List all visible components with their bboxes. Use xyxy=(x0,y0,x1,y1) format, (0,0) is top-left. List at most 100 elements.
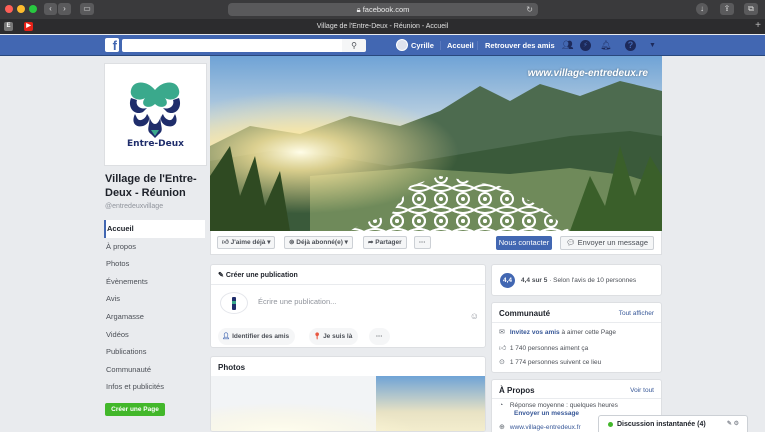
divider xyxy=(477,41,478,50)
logo-text: Entre-Deux xyxy=(127,139,184,149)
reload-icon[interactable]: ↻ xyxy=(526,3,533,16)
follow-icon: ⊙ xyxy=(499,359,505,366)
more-actions-button[interactable]: ··· xyxy=(414,236,431,249)
community-card: Communauté Tout afficher ✉︎ Invitez vos … xyxy=(491,302,662,373)
divider xyxy=(440,41,441,50)
page-profile-picture[interactable]: Entre-Deux xyxy=(104,63,207,166)
nav-item-a-propos[interactable]: À propos xyxy=(104,238,205,256)
search-input[interactable] xyxy=(122,39,342,52)
community-see-all-link[interactable]: Tout afficher xyxy=(619,310,654,317)
profile-link[interactable]: Cyrille xyxy=(411,35,434,56)
messenger-bubble-icon: 💬︎ xyxy=(565,238,578,247)
nav-item-argamasse[interactable]: Argamasse xyxy=(104,308,205,326)
address-bar[interactable]: 🔒︎ facebook.com ↻ xyxy=(228,3,538,16)
help-icon[interactable]: ? xyxy=(625,40,636,51)
url-text: facebook.com xyxy=(362,5,410,14)
checkin-button[interactable]: 📍︎ Je suis là xyxy=(309,328,359,345)
forward-button[interactable]: › xyxy=(58,3,71,15)
nav-item-photos[interactable]: Photos xyxy=(104,255,205,273)
invite-friends-row: ✉︎ Invitez vos amis à aimer cette Page xyxy=(499,329,617,336)
landscape-image xyxy=(210,56,662,231)
location-pin-icon: 📍︎ xyxy=(313,333,324,340)
website-link[interactable]: www.village-entredeux.fr xyxy=(510,424,581,431)
chat-options-icon[interactable]: ✎ ⚙ xyxy=(727,416,739,432)
send-message-button[interactable]: 💬︎ Envoyer un message xyxy=(560,236,654,250)
nav-item-infos-publicites[interactable]: Infos et publicités xyxy=(104,378,205,396)
sidebar-toggle-icon[interactable]: ▭ xyxy=(80,3,94,15)
invite-icon: ✉︎ xyxy=(499,329,505,336)
notifications-icon[interactable]: 🔔︎ xyxy=(600,40,611,51)
about-title[interactable]: À Propos xyxy=(499,386,535,395)
rating-summary[interactable]: 4,4 sur 5 · Selon l'avis de 10 personnes xyxy=(521,277,636,284)
divider xyxy=(492,398,661,399)
like-button[interactable]: 👍︎ J'aime déjà ▾ xyxy=(217,236,276,249)
create-page-button[interactable]: Créer une Page xyxy=(105,403,165,416)
cover-url-text: www.village-entredeux.re xyxy=(527,68,648,79)
minimize-window-button[interactable] xyxy=(17,5,25,13)
zoom-window-button[interactable] xyxy=(29,5,37,13)
community-title[interactable]: Communauté xyxy=(499,309,550,318)
page-title[interactable]: Village de l'Entre-Deux - Réunion xyxy=(105,172,205,200)
messenger-icon[interactable]: ⚡︎ xyxy=(580,40,591,51)
nav-item-videos[interactable]: Vidéos xyxy=(104,326,205,344)
likes-row: 👍︎ 1 740 personnes aiment ça xyxy=(499,345,589,352)
photos-card: Photos xyxy=(210,356,486,432)
photo-thumbnail[interactable] xyxy=(211,376,485,431)
nav-item-communaute[interactable]: Communauté xyxy=(104,361,205,379)
thumbs-up-icon: 👍︎ xyxy=(222,239,231,246)
about-see-all-link[interactable]: Voir tout xyxy=(630,387,654,394)
home-link[interactable]: Accueil xyxy=(447,35,474,56)
globe-icon: ⊕ xyxy=(499,424,505,431)
entre-deux-logo-icon xyxy=(129,82,181,138)
tag-friends-button[interactable]: 👤︎ Identifier des amis xyxy=(218,328,296,345)
post-composer: ✎ Créer une publication Écrire une publi… xyxy=(210,264,486,348)
share-button[interactable]: ➦ Partager xyxy=(363,236,407,249)
chat-sidebar-tab[interactable]: Discussion instantanée (4) ✎ ⚙ xyxy=(598,415,748,432)
emoji-icon[interactable]: ☺ xyxy=(470,311,479,321)
facebook-logo-icon[interactable]: f xyxy=(105,38,119,53)
chat-bubble-icon: ◔ xyxy=(499,402,504,409)
tab-title[interactable]: Village de l'Entre-Deux - Réunion - Accu… xyxy=(0,19,765,34)
follow-button[interactable]: ⊚ Déjà abonné(e) ▾ xyxy=(284,236,353,249)
browser-toolbar: ‹ › ▭ 🔒︎ facebook.com ↻ ↓ ⇪ ⧉ xyxy=(0,0,765,19)
composer-input[interactable]: Écrire une publication... xyxy=(258,297,336,306)
send-message-link[interactable]: Envoyer un message xyxy=(514,410,579,417)
tab-bar: E ▶ Village de l'Entre-Deux - Réunion - … xyxy=(0,19,765,34)
search-icon[interactable]: ⚲ xyxy=(342,39,366,52)
divider xyxy=(492,322,661,323)
page-navigation: Accueil À propos Photos Évènements Avis … xyxy=(104,220,205,396)
downloads-icon[interactable]: ↓ xyxy=(696,3,708,15)
nav-item-accueil[interactable]: Accueil xyxy=(104,220,205,238)
avatar[interactable] xyxy=(396,39,408,51)
facebook-header: f ⚲ Cyrille Accueil Retrouver des amis 👥… xyxy=(0,35,765,56)
friend-requests-icon[interactable]: 👥︎ xyxy=(562,40,573,51)
back-button[interactable]: ‹ xyxy=(44,3,57,15)
rating-badge: 4,4 xyxy=(500,273,515,288)
followers-row: ⊙ 1 774 personnes suivent ce lieu xyxy=(499,359,602,366)
nav-item-avis[interactable]: Avis xyxy=(104,290,205,308)
response-time-row: ◔ Réponse moyenne : quelques heures xyxy=(499,402,618,409)
landscape-thumbnail-image xyxy=(211,376,485,431)
thumbs-up-icon: 👍︎ xyxy=(499,345,507,352)
nav-item-evenements[interactable]: Évènements xyxy=(104,273,205,291)
composer-title[interactable]: ✎ Créer une publication xyxy=(218,271,298,279)
account-menu-icon[interactable]: ▼ xyxy=(647,40,658,51)
composer-more-button[interactable]: ··· xyxy=(369,328,390,345)
page-avatar xyxy=(220,292,248,314)
nav-item-publications[interactable]: Publications xyxy=(104,343,205,361)
close-window-button[interactable] xyxy=(5,5,13,13)
photos-title[interactable]: Photos xyxy=(218,363,245,372)
pencil-icon: ✎ xyxy=(218,272,226,279)
invite-friends-link[interactable]: Invitez vos amis xyxy=(510,329,560,336)
tabs-overview-icon[interactable]: ⧉ xyxy=(744,3,758,15)
website-row: ⊕ www.village-entredeux.fr xyxy=(499,423,581,431)
find-friends-link[interactable]: Retrouver des amis xyxy=(485,35,555,56)
new-tab-icon[interactable]: + xyxy=(755,20,761,31)
share-icon[interactable]: ⇪ xyxy=(720,3,734,15)
online-status-icon xyxy=(608,421,613,427)
cover-photo[interactable]: www.village-entredeux.re xyxy=(210,56,662,231)
page-handle[interactable]: @entredeuxvillage xyxy=(105,203,163,210)
divider xyxy=(211,284,485,285)
window-controls xyxy=(5,5,37,13)
contact-button[interactable]: Nous contacter xyxy=(496,236,552,250)
